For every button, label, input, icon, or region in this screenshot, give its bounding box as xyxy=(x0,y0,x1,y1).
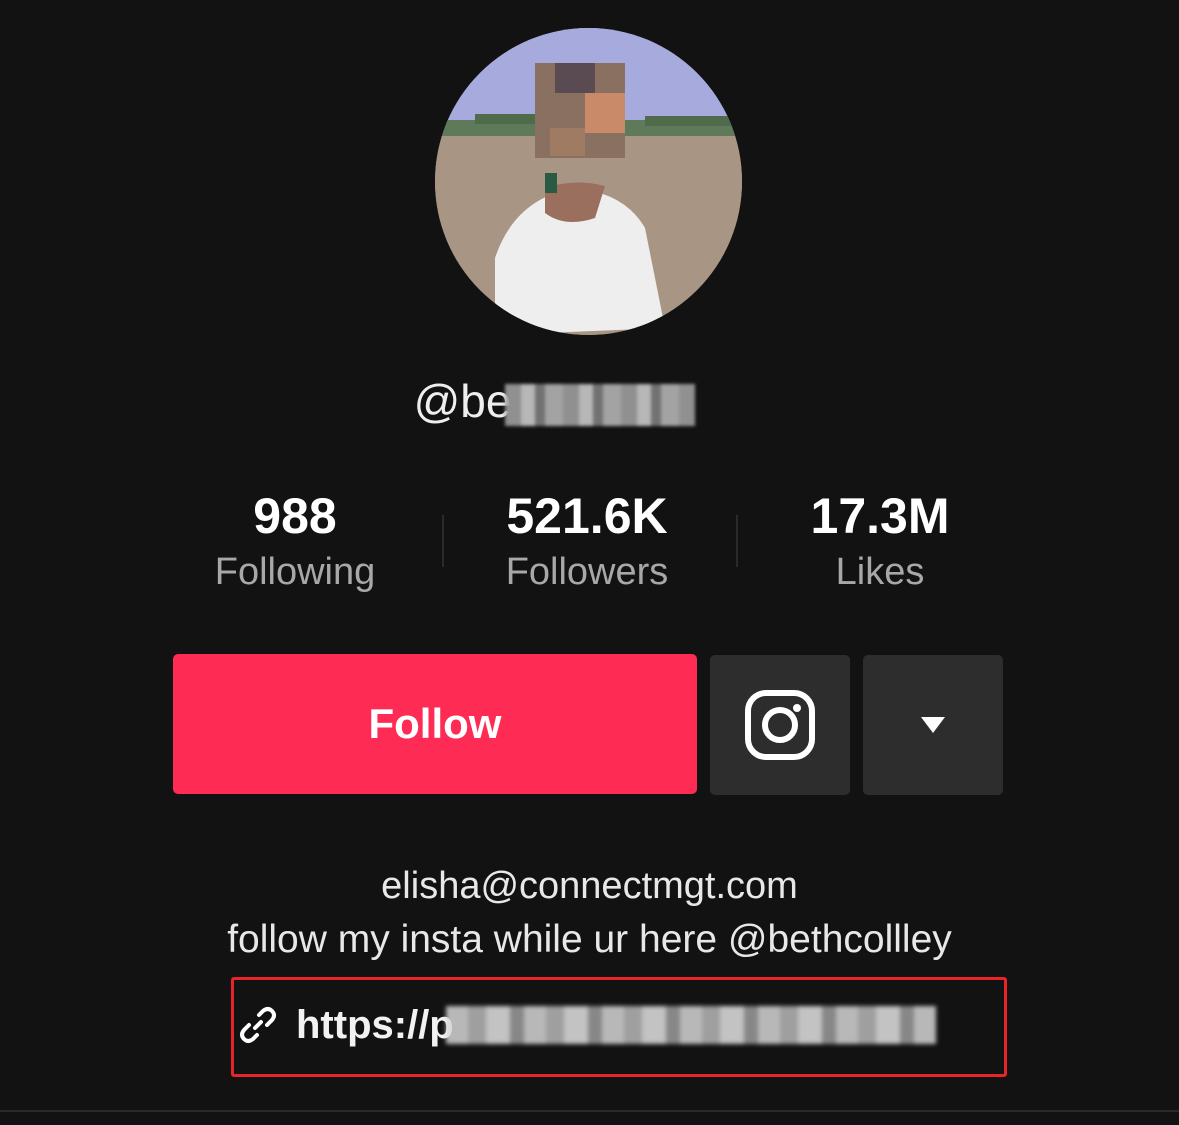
follow-button[interactable]: Follow xyxy=(173,654,697,794)
username-redaction xyxy=(505,383,696,426)
username-text: @be xyxy=(413,375,512,427)
follow-button-label: Follow xyxy=(368,700,502,747)
profile-stats: 988 Following 521.6K Followers 17.3M Lik… xyxy=(150,485,1030,605)
stat-following[interactable]: 988 Following xyxy=(150,485,440,597)
link-icon xyxy=(240,1007,276,1043)
instagram-button[interactable] xyxy=(710,655,850,795)
stat-value: 521.6K xyxy=(506,488,668,544)
triangle-down-icon xyxy=(921,717,945,733)
stat-likes[interactable]: 17.3M Likes xyxy=(735,485,1025,597)
profile-avatar[interactable] xyxy=(435,28,742,335)
more-options-button[interactable] xyxy=(863,655,1003,795)
stat-value: 988 xyxy=(253,488,337,544)
bio-link[interactable]: https://p xyxy=(238,995,936,1055)
stat-value: 17.3M xyxy=(810,488,950,544)
stat-followers[interactable]: 521.6K Followers xyxy=(442,485,732,597)
link-redaction xyxy=(445,1006,936,1044)
bio-email[interactable]: elisha@connectmgt.com xyxy=(0,860,1179,912)
bio-link-text: https://p xyxy=(296,1002,454,1047)
bio-text: follow my insta while ur here @bethcolll… xyxy=(227,918,952,961)
avatar-image xyxy=(435,28,742,335)
stat-label: Likes xyxy=(835,551,925,593)
profile-page: @be 988 Following 521.6K Followers 17.3M… xyxy=(0,0,1179,1125)
stat-label: Followers xyxy=(505,551,669,593)
instagram-icon xyxy=(745,690,815,760)
stat-label: Following xyxy=(214,551,376,593)
username: @be xyxy=(0,374,1179,428)
bottom-divider xyxy=(0,1110,1179,1112)
